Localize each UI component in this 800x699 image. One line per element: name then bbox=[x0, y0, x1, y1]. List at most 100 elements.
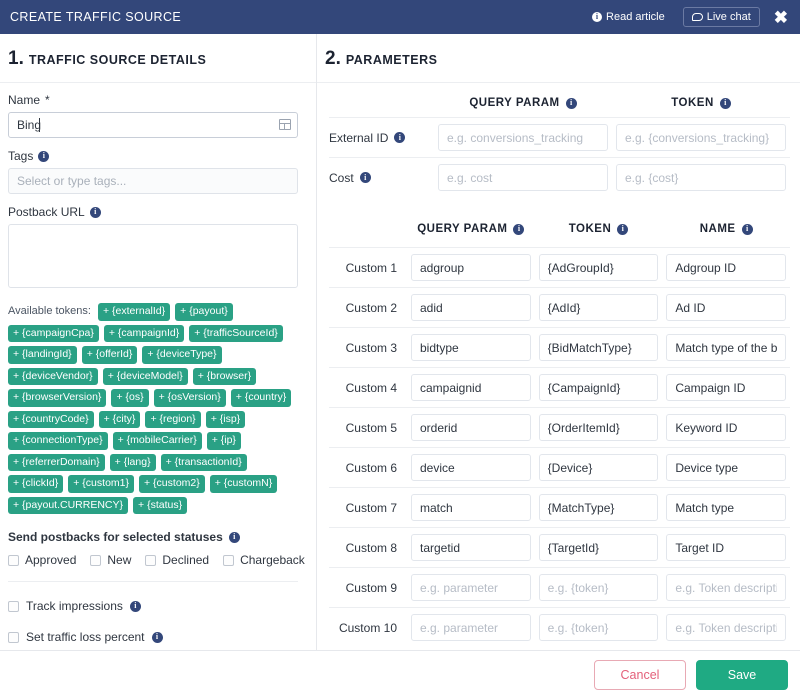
token-chip[interactable]: + {custom2} bbox=[139, 475, 205, 493]
custom-token-input[interactable] bbox=[538, 454, 659, 481]
grid-icon[interactable] bbox=[279, 119, 291, 130]
token-chip[interactable]: + {trafficSourceId} bbox=[189, 324, 283, 343]
token-chip[interactable]: + {clickId} bbox=[8, 475, 64, 493]
token-chip[interactable]: + {osVersion} bbox=[153, 389, 226, 407]
help-icon[interactable]: i bbox=[719, 97, 731, 109]
token-chip[interactable]: + {isp} bbox=[205, 410, 246, 429]
name-input[interactable] bbox=[8, 112, 298, 138]
token-chip[interactable]: + {city} bbox=[98, 410, 141, 429]
token-chip[interactable]: + {campaignId} bbox=[103, 324, 185, 343]
token-chip[interactable]: + {externalId} bbox=[97, 303, 171, 321]
custom-name-input[interactable] bbox=[666, 254, 787, 281]
custom-query-input[interactable] bbox=[411, 574, 531, 601]
token-chip[interactable]: + {landingId} bbox=[8, 346, 77, 364]
token-chip[interactable]: + {referrerDomain} bbox=[8, 453, 105, 472]
cost-query-input[interactable] bbox=[438, 164, 608, 191]
checkbox-box[interactable] bbox=[8, 600, 19, 612]
custom-query-input[interactable] bbox=[411, 374, 531, 401]
help-icon[interactable]: i bbox=[89, 206, 101, 218]
custom-name-input[interactable] bbox=[666, 574, 787, 601]
custom-token-input[interactable] bbox=[538, 294, 659, 321]
cell-token bbox=[535, 534, 663, 561]
help-icon[interactable]: i bbox=[151, 631, 163, 643]
help-icon[interactable]: i bbox=[565, 97, 577, 109]
live-chat-button[interactable]: Live chat bbox=[682, 7, 760, 27]
help-icon[interactable]: i bbox=[394, 132, 406, 143]
custom-token-input[interactable] bbox=[538, 574, 659, 601]
external-id-query-input[interactable] bbox=[438, 124, 608, 151]
token-chip[interactable]: + {country} bbox=[230, 389, 292, 407]
checkbox-approved[interactable]: Approved bbox=[8, 553, 76, 567]
token-chip[interactable]: + {offerId} bbox=[81, 346, 138, 364]
checkbox-chargeback[interactable]: Chargeback bbox=[223, 553, 305, 567]
token-chip[interactable]: + {campaignCpa} bbox=[8, 324, 99, 343]
custom-name-input[interactable] bbox=[666, 494, 787, 521]
custom-name-input[interactable] bbox=[666, 534, 787, 561]
close-icon[interactable]: ✖ bbox=[774, 9, 788, 26]
custom-token-input[interactable] bbox=[538, 374, 659, 401]
token-chip[interactable]: + {os} bbox=[111, 389, 149, 407]
custom-query-input[interactable] bbox=[411, 454, 531, 481]
token-chip[interactable]: + {status} bbox=[133, 496, 188, 515]
custom-query-input[interactable] bbox=[411, 494, 531, 521]
help-icon[interactable]: i bbox=[617, 223, 629, 235]
token-chip[interactable]: + {deviceVendor} bbox=[8, 367, 98, 386]
token-chip[interactable]: + {ip} bbox=[206, 432, 241, 450]
custom-query-input[interactable] bbox=[411, 534, 531, 561]
set-traffic-loss-row[interactable]: Set traffic loss percent i bbox=[8, 630, 298, 644]
read-article-button[interactable]: i Read article bbox=[584, 8, 673, 26]
token-chip[interactable]: + {payout} bbox=[175, 303, 233, 321]
help-icon[interactable]: i bbox=[228, 531, 240, 543]
token-chip[interactable]: + {connectionType} bbox=[8, 432, 108, 450]
checkbox-box[interactable] bbox=[145, 554, 157, 566]
help-icon[interactable]: i bbox=[38, 150, 50, 162]
custom-query-input[interactable] bbox=[411, 294, 531, 321]
help-icon[interactable]: i bbox=[741, 223, 753, 235]
save-button[interactable]: Save bbox=[696, 660, 788, 690]
custom-token-input[interactable] bbox=[538, 534, 659, 561]
token-chip[interactable]: + {customN} bbox=[209, 475, 278, 493]
checkbox-declined[interactable]: Declined bbox=[145, 553, 209, 567]
token-chip[interactable]: + {browserVersion} bbox=[8, 389, 107, 407]
token-chip[interactable]: + {transactionId} bbox=[160, 453, 247, 472]
token-chip[interactable]: + {payout.CURRENCY} bbox=[8, 496, 129, 515]
token-chip[interactable]: + {deviceModel} bbox=[102, 367, 188, 386]
token-chip[interactable]: + {deviceType} bbox=[142, 346, 222, 364]
checkbox-box[interactable] bbox=[8, 554, 19, 566]
cost-token-input[interactable] bbox=[616, 164, 786, 191]
custom-token-input[interactable] bbox=[538, 614, 659, 641]
checkbox-box[interactable] bbox=[223, 554, 235, 566]
external-id-token-input[interactable] bbox=[616, 124, 786, 151]
cell-query-param bbox=[407, 294, 535, 321]
help-icon[interactable]: i bbox=[129, 600, 141, 612]
token-chip[interactable]: + {custom1} bbox=[68, 475, 134, 493]
custom-token-input[interactable] bbox=[538, 254, 659, 281]
tags-input[interactable] bbox=[8, 168, 298, 194]
checkbox-new[interactable]: New bbox=[90, 553, 131, 567]
custom-query-input[interactable] bbox=[411, 254, 531, 281]
token-chip[interactable]: + {mobileCarrier} bbox=[112, 432, 202, 450]
custom-name-input[interactable] bbox=[666, 414, 787, 441]
custom-token-input[interactable] bbox=[538, 334, 659, 361]
custom-name-input[interactable] bbox=[666, 454, 787, 481]
custom-name-input[interactable] bbox=[666, 334, 787, 361]
checkbox-box[interactable] bbox=[90, 554, 102, 566]
token-chip[interactable]: + {lang} bbox=[109, 453, 156, 472]
cancel-button[interactable]: Cancel bbox=[594, 660, 686, 690]
postback-url-textarea[interactable] bbox=[8, 224, 298, 288]
custom-token-input[interactable] bbox=[538, 494, 659, 521]
custom-token-input[interactable] bbox=[538, 414, 659, 441]
help-icon[interactable]: i bbox=[359, 172, 371, 183]
token-chip[interactable]: + {region} bbox=[145, 410, 201, 429]
custom-query-input[interactable] bbox=[411, 334, 531, 361]
token-chip[interactable]: + {browser} bbox=[192, 367, 257, 386]
custom-name-input[interactable] bbox=[666, 374, 787, 401]
custom-query-input[interactable] bbox=[411, 614, 531, 641]
help-icon[interactable]: i bbox=[513, 223, 525, 235]
token-chip[interactable]: + {countryCode} bbox=[8, 410, 94, 429]
custom-query-input[interactable] bbox=[411, 414, 531, 441]
custom-name-input[interactable] bbox=[666, 614, 787, 641]
custom-name-input[interactable] bbox=[666, 294, 787, 321]
checkbox-box[interactable] bbox=[8, 631, 19, 643]
track-impressions-row[interactable]: Track impressions i bbox=[8, 599, 298, 613]
